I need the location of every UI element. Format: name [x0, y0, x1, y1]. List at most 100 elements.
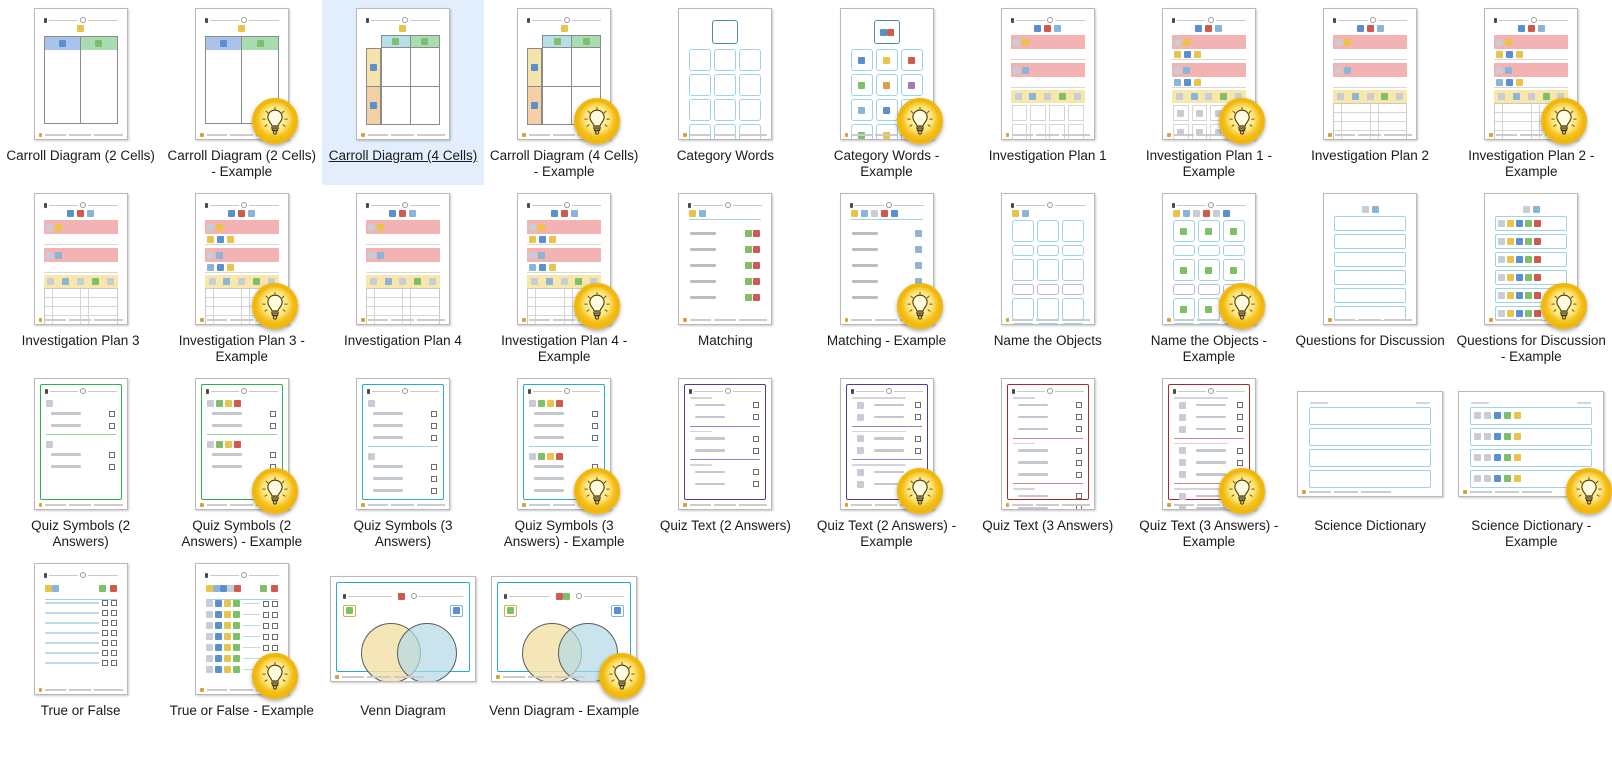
gallery-item[interactable]: Quiz Symbols (2 Answers)	[0, 370, 161, 555]
gallery-item-label[interactable]: Investigation Plan 3	[3, 333, 159, 349]
gallery-item[interactable]: Investigation Plan 1	[967, 0, 1128, 185]
answer-checkbox[interactable]	[914, 447, 921, 454]
true-checkbox[interactable]	[101, 600, 108, 606]
answer-checkbox[interactable]	[1075, 459, 1082, 466]
thumbnail-wrapper[interactable]	[353, 189, 453, 329]
true-checkbox[interactable]	[101, 630, 108, 636]
thumbnail-wrapper[interactable]	[1320, 4, 1420, 144]
thumbnail-wrapper[interactable]	[998, 4, 1098, 144]
thumbnail-wrapper[interactable]	[837, 374, 943, 514]
false-checkbox[interactable]	[110, 660, 117, 666]
gallery-item[interactable]: Category Words	[645, 0, 806, 185]
false-checkbox[interactable]	[271, 600, 278, 607]
gallery-item[interactable]: Quiz Text (3 Answers)	[967, 370, 1128, 555]
false-checkbox[interactable]	[271, 611, 278, 618]
gallery-item-label[interactable]: Investigation Plan 1 - Example	[1131, 148, 1287, 180]
false-checkbox[interactable]	[271, 644, 278, 651]
answer-checkbox[interactable]	[108, 422, 115, 429]
gallery-item-label[interactable]: Matching	[647, 333, 803, 349]
gallery-item[interactable]: True or False - Example	[161, 555, 322, 740]
gallery-item[interactable]: Carroll Diagram (2 Cells) - Example	[161, 0, 322, 185]
answer-checkbox[interactable]	[1075, 493, 1082, 499]
thumbnail-wrapper[interactable]	[1159, 4, 1265, 144]
answer-checkbox[interactable]	[914, 414, 921, 420]
gallery-item[interactable]: Investigation Plan 3 - Example	[161, 185, 322, 370]
answer-checkbox[interactable]	[753, 414, 760, 420]
gallery-item-label[interactable]: Venn Diagram	[325, 703, 481, 719]
gallery-item[interactable]: Investigation Plan 4	[322, 185, 483, 370]
true-checkbox[interactable]	[101, 650, 108, 656]
thumbnail-wrapper[interactable]	[31, 374, 131, 514]
gallery-item-label[interactable]: Science Dictionary	[1292, 518, 1448, 534]
thumbnail-wrapper[interactable]	[514, 374, 621, 514]
true-checkbox[interactable]	[101, 640, 108, 646]
thumbnail-wrapper[interactable]	[31, 559, 131, 699]
thumbnail-wrapper[interactable]	[998, 374, 1098, 514]
gallery-item-label[interactable]: Name the Objects - Example	[1131, 333, 1287, 365]
false-checkbox[interactable]	[271, 633, 278, 640]
answer-checkbox[interactable]	[753, 469, 760, 475]
true-checkbox[interactable]	[101, 620, 108, 626]
gallery-item[interactable]: Name the Objects	[967, 185, 1128, 370]
gallery-item-label[interactable]: Quiz Text (2 Answers) - Example	[809, 518, 965, 550]
gallery-item[interactable]: Quiz Symbols (3 Answers) - Example	[484, 370, 645, 555]
gallery-item-label[interactable]: Investigation Plan 1	[970, 148, 1126, 164]
gallery-item-label[interactable]: Quiz Symbols (2 Answers)	[3, 518, 159, 550]
answer-checkbox[interactable]	[1236, 402, 1243, 408]
answer-checkbox[interactable]	[1075, 447, 1082, 454]
gallery-item-label[interactable]: Quiz Text (3 Answers)	[970, 518, 1126, 534]
gallery-item-label[interactable]: Category Words	[647, 148, 803, 164]
false-checkbox[interactable]	[110, 600, 117, 606]
true-checkbox[interactable]	[262, 633, 269, 640]
gallery-item-selected[interactable]: Carroll Diagram (4 Cells)	[322, 0, 484, 185]
gallery-item-label[interactable]: Quiz Symbols (3 Answers) - Example	[486, 518, 642, 550]
thumbnail-wrapper[interactable]	[192, 559, 298, 699]
thumbnail-wrapper[interactable]	[31, 189, 131, 329]
thumbnail-wrapper[interactable]	[1320, 189, 1420, 329]
gallery-item[interactable]: Quiz Text (3 Answers) - Example	[1128, 370, 1289, 555]
answer-checkbox[interactable]	[430, 434, 437, 441]
gallery-item-label[interactable]: Investigation Plan 4	[325, 333, 481, 349]
thumbnail-wrapper[interactable]	[514, 4, 621, 144]
gallery-item[interactable]: Investigation Plan 3	[0, 185, 161, 370]
gallery-item[interactable]: Category Words - Example	[806, 0, 967, 185]
answer-checkbox[interactable]	[108, 451, 115, 458]
gallery-item[interactable]: Investigation Plan 2	[1290, 0, 1451, 185]
gallery-item[interactable]: Venn Diagram - Example	[484, 555, 646, 740]
answer-checkbox[interactable]	[1236, 414, 1243, 420]
false-checkbox[interactable]	[110, 610, 117, 616]
gallery-item-label[interactable]: Investigation Plan 3 - Example	[164, 333, 320, 365]
thumbnail-wrapper[interactable]	[837, 4, 943, 144]
gallery-item-label[interactable]: Questions for Discussion - Example	[1453, 333, 1609, 365]
gallery-item-label[interactable]: Venn Diagram - Example	[486, 703, 642, 719]
answer-checkbox[interactable]	[269, 422, 276, 429]
answer-checkbox[interactable]	[108, 410, 115, 417]
thumbnail-wrapper[interactable]	[353, 4, 453, 144]
answer-checkbox[interactable]	[1236, 447, 1243, 454]
true-checkbox[interactable]	[262, 600, 269, 607]
gallery-item-label[interactable]: Name the Objects	[970, 333, 1126, 349]
gallery-item-label[interactable]: True or False - Example	[164, 703, 320, 719]
answer-checkbox[interactable]	[753, 481, 760, 487]
true-checkbox[interactable]	[262, 611, 269, 618]
answer-checkbox[interactable]	[592, 410, 599, 417]
false-checkbox[interactable]	[110, 620, 117, 626]
gallery-item-label[interactable]: Science Dictionary - Example	[1453, 518, 1609, 550]
true-checkbox[interactable]	[101, 660, 108, 666]
thumbnail-wrapper[interactable]	[837, 189, 943, 329]
thumbnail-wrapper[interactable]	[998, 189, 1098, 329]
gallery-item-label[interactable]: Carroll Diagram (2 Cells)	[3, 148, 159, 164]
thumbnail-wrapper[interactable]	[1456, 374, 1612, 514]
thumbnail-wrapper[interactable]	[1481, 4, 1588, 144]
thumbnail-wrapper[interactable]	[192, 189, 298, 329]
gallery-item-label[interactable]: Quiz Symbols (3 Answers)	[325, 518, 481, 550]
false-checkbox[interactable]	[271, 622, 278, 629]
gallery-item[interactable]: Science Dictionary - Example	[1451, 370, 1612, 555]
gallery-item-label[interactable]: Quiz Symbols (2 Answers) - Example	[164, 518, 320, 550]
thumbnail-wrapper[interactable]	[353, 374, 453, 514]
thumbnail-wrapper[interactable]	[192, 4, 298, 144]
thumbnail-wrapper[interactable]	[328, 559, 478, 699]
gallery-item-label[interactable]: Carroll Diagram (2 Cells) - Example	[164, 148, 320, 180]
answer-checkbox[interactable]	[914, 435, 921, 442]
gallery-item[interactable]: Questions for Discussion	[1290, 185, 1451, 370]
